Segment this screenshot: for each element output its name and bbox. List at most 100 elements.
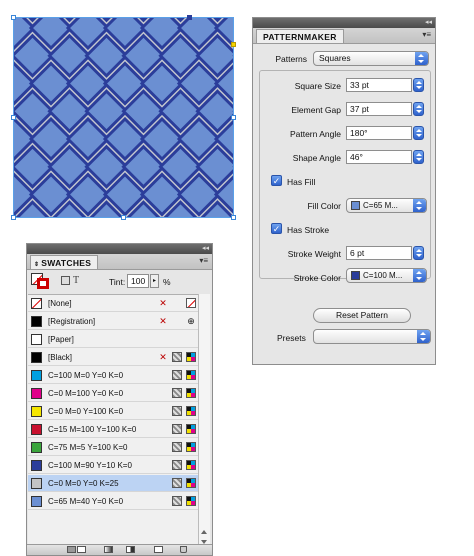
- panel-menu-icon[interactable]: ▾≡: [422, 30, 431, 39]
- swatch-list: [None] ✕ [Registration] ✕ ⊕ [Paper] [Black] ✕ C=…: [28, 294, 198, 549]
- handle-mid-left[interactable]: [11, 115, 16, 120]
- registration-icon: ⊕: [187, 316, 195, 326]
- tab-swatches[interactable]: ⇕ SWATCHES: [30, 255, 99, 269]
- panel-menu-icon[interactable]: ▾≡: [199, 256, 208, 265]
- swatch-name: [Paper]: [48, 335, 74, 344]
- handle-mid-right[interactable]: [231, 115, 236, 120]
- tint-input[interactable]: 100: [127, 274, 149, 288]
- swatch-row[interactable]: C=0 M=0 Y=100 K=0: [28, 403, 198, 420]
- handle-top-right-blue[interactable]: [187, 15, 192, 20]
- swatch-row[interactable]: C=100 M=0 Y=0 K=0: [28, 367, 198, 384]
- swatch-row[interactable]: [Paper]: [28, 331, 198, 348]
- delete-swatch-icon[interactable]: [180, 546, 187, 553]
- cmyk-mode-icon: [186, 388, 196, 398]
- formatting-container-icon[interactable]: [61, 276, 70, 285]
- none-slash-icon: [32, 299, 41, 308]
- handle-bottom-right[interactable]: [231, 215, 236, 220]
- swatch-row[interactable]: C=0 M=0 Y=0 K=25: [28, 475, 198, 492]
- swatch-row[interactable]: [Black] ✕: [28, 349, 198, 366]
- patterns-select[interactable]: Squares: [313, 51, 429, 66]
- swatch-name: [Black]: [48, 353, 73, 362]
- process-color-icon: [172, 424, 182, 434]
- stroke-color-chip: [351, 271, 360, 281]
- process-color-icon: [172, 496, 182, 506]
- fill-color-label: Fill Color: [307, 201, 341, 211]
- swatch-list-scrollbar[interactable]: [198, 294, 210, 548]
- stroke-weight-input[interactable]: 6 pt: [346, 246, 412, 260]
- swatch-name: C=100 M=90 Y=10 K=0: [48, 461, 132, 470]
- swatch-row[interactable]: [Registration] ✕ ⊕: [28, 313, 198, 330]
- tint-dropdown-arrow-icon[interactable]: ▸: [150, 274, 159, 288]
- has-fill-checkbox[interactable]: ✓: [271, 175, 282, 186]
- swatch-row[interactable]: C=75 M=5 Y=100 K=0: [28, 439, 198, 456]
- fill-color-chip: [351, 201, 360, 211]
- swatch-name: C=75 M=5 Y=100 K=0: [48, 443, 128, 452]
- patterns-label: Patterns: [275, 54, 307, 64]
- tab-row: ⇕ SWATCHES ▾≡: [27, 254, 212, 270]
- select-arrows-icon: [413, 269, 426, 282]
- square-size-stepper[interactable]: [413, 78, 424, 92]
- show-gradient-swatches-icon[interactable]: [104, 546, 113, 553]
- element-gap-input[interactable]: 37 pt: [346, 102, 412, 116]
- shape-angle-label: Shape Angle: [292, 153, 341, 163]
- fill-stroke-proxy-icon[interactable]: [31, 273, 49, 289]
- scroll-up-icon[interactable]: [201, 530, 207, 534]
- show-swatch-kinds-icon[interactable]: [126, 546, 135, 553]
- panel-titlebar[interactable]: ◂◂: [253, 18, 435, 28]
- swatches-toolbar: T Tint: 100 ▸ %: [27, 270, 212, 294]
- show-color-swatches-icon[interactable]: [77, 546, 86, 553]
- non-editable-icon: ✕: [159, 298, 167, 308]
- tab-row: PATTERNMAKER ▾≡: [253, 28, 435, 44]
- patternmaker-panel: ◂◂ PATTERNMAKER ▾≡ Patterns Squares Squa…: [252, 17, 436, 365]
- collapse-arrows-icon[interactable]: ◂◂: [202, 244, 209, 254]
- presets-select[interactable]: [313, 329, 431, 344]
- swatch-row[interactable]: C=100 M=90 Y=10 K=0: [28, 457, 198, 474]
- none-swatch-icon: [186, 298, 196, 308]
- stroke-weight-stepper[interactable]: [413, 246, 424, 260]
- cmyk-mode-icon: [186, 442, 196, 452]
- swatch-name: C=100 M=0 Y=0 K=0: [48, 371, 124, 380]
- swatch-color-chip: [31, 316, 42, 327]
- cmyk-mode-icon: [186, 496, 196, 506]
- handle-bottom-mid[interactable]: [121, 215, 126, 220]
- swatch-color-chip: [31, 478, 42, 489]
- process-color-icon: [172, 406, 182, 416]
- square-size-input[interactable]: 33 pt: [346, 78, 412, 92]
- process-color-icon: [172, 442, 182, 452]
- shape-angle-stepper[interactable]: [413, 150, 424, 164]
- cmyk-mode-icon: [186, 406, 196, 416]
- cmyk-mode-icon: [186, 478, 196, 488]
- swatch-row[interactable]: C=0 M=100 Y=0 K=0: [28, 385, 198, 402]
- handle-yellow[interactable]: [231, 42, 236, 47]
- stroke-color-value: C=100 M...: [363, 271, 403, 280]
- cmyk-mode-icon: [186, 352, 196, 362]
- pattern-angle-stepper[interactable]: [413, 126, 424, 140]
- formatting-text-icon[interactable]: T: [73, 275, 79, 286]
- swatch-row[interactable]: C=15 M=100 Y=100 K=0: [28, 421, 198, 438]
- handle-top-left[interactable]: [11, 15, 16, 20]
- tint-unit: %: [163, 277, 171, 287]
- non-editable-icon: ✕: [159, 352, 167, 362]
- tab-patternmaker[interactable]: PATTERNMAKER: [256, 29, 344, 43]
- panel-titlebar[interactable]: ◂◂: [27, 244, 212, 254]
- stroke-color-select[interactable]: C=100 M...: [346, 268, 427, 283]
- new-swatch-icon[interactable]: [154, 546, 163, 553]
- swatch-row[interactable]: C=65 M=40 Y=0 K=0: [28, 493, 198, 510]
- handle-bottom-left[interactable]: [11, 215, 16, 220]
- collapse-arrows-icon[interactable]: ◂◂: [425, 18, 432, 28]
- swatch-color-chip: [31, 334, 42, 345]
- pattern-artwork[interactable]: [14, 18, 234, 218]
- has-stroke-checkbox[interactable]: ✓: [271, 223, 282, 234]
- swatches-bottom-bar: [27, 544, 212, 555]
- show-all-swatches-icon[interactable]: [67, 546, 76, 553]
- shape-angle-input[interactable]: 46°: [346, 150, 412, 164]
- swatch-row[interactable]: [None] ✕: [28, 295, 198, 312]
- select-arrows-icon: [417, 330, 430, 343]
- pattern-angle-input[interactable]: 180°: [346, 126, 412, 140]
- reset-pattern-button[interactable]: Reset Pattern: [313, 308, 411, 323]
- cmyk-mode-icon: [186, 460, 196, 470]
- element-gap-stepper[interactable]: [413, 102, 424, 116]
- process-color-icon: [172, 370, 182, 380]
- fill-color-select[interactable]: C=65 M...: [346, 198, 427, 213]
- stroke-weight-label: Stroke Weight: [287, 249, 341, 259]
